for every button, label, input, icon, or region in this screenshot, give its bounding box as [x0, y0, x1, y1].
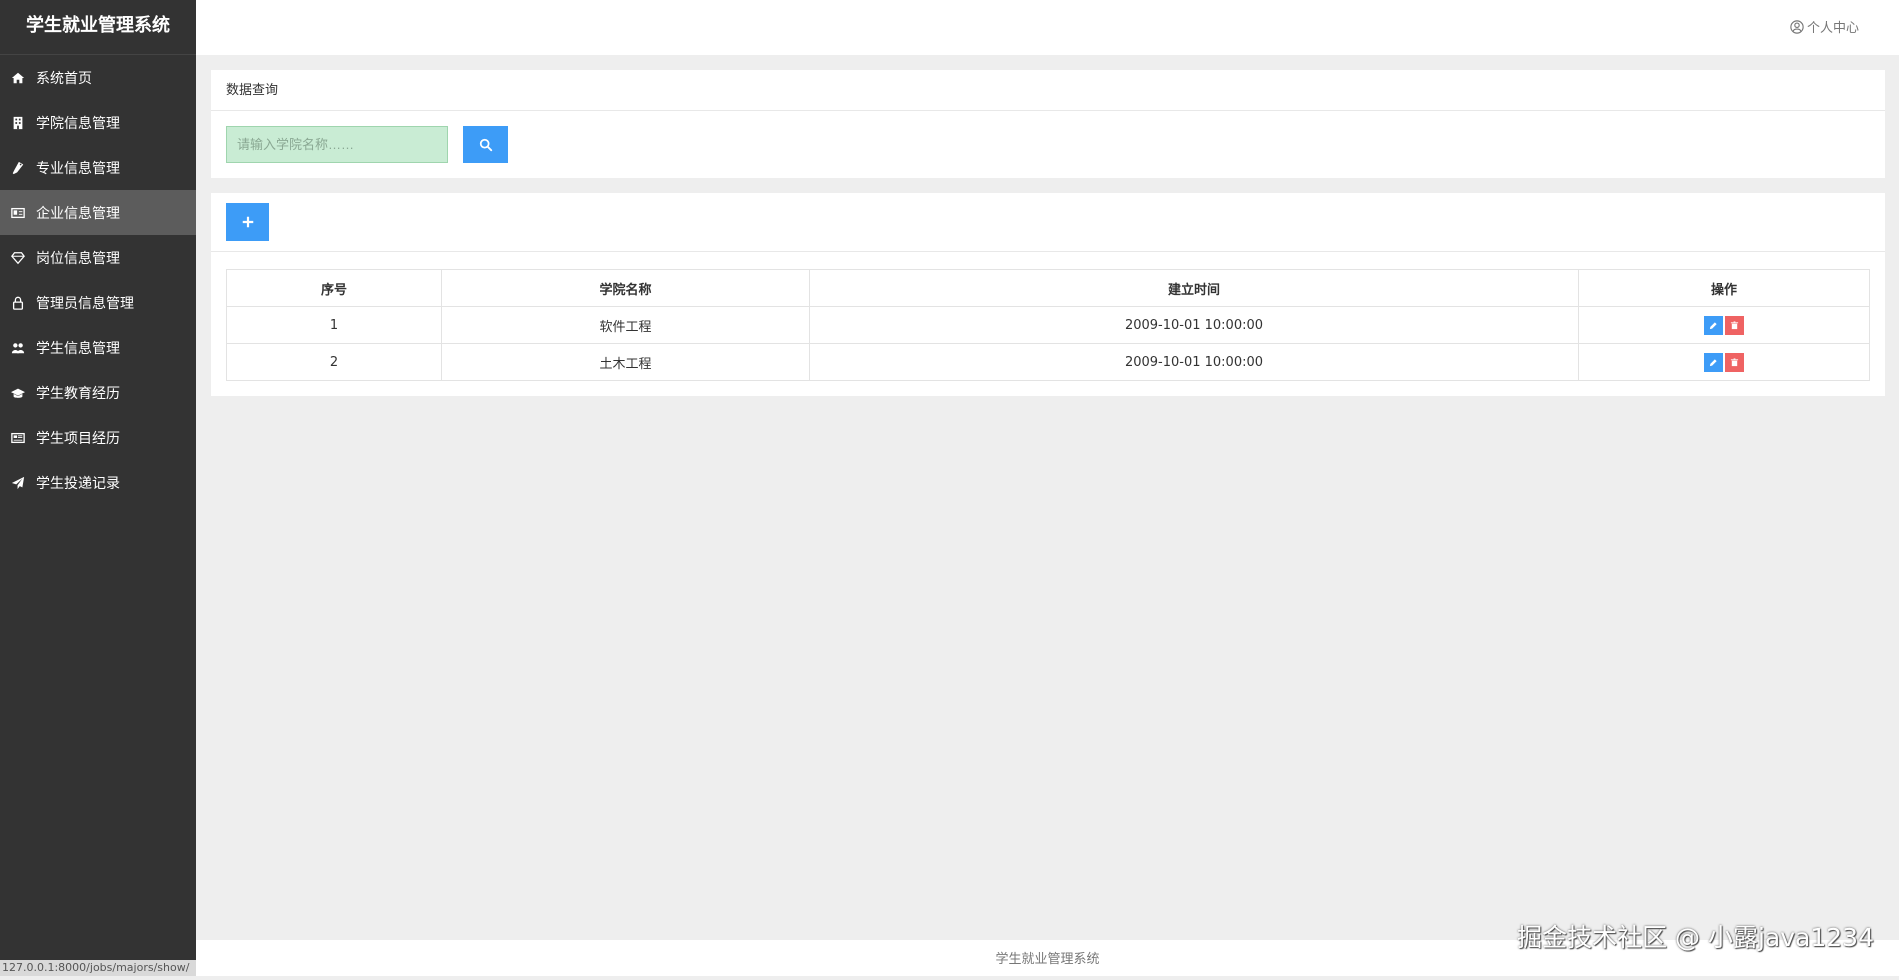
table-row: 2 土木工程 2009-10-01 10:00:00 — [226, 343, 1870, 381]
user-circle-icon — [1790, 19, 1804, 34]
cell-name: 软件工程 — [441, 306, 810, 344]
trash-icon — [1730, 357, 1739, 366]
table-panel: 序号 学院名称 建立时间 操作 1 软件工程 2009-10-01 10:00:… — [211, 193, 1885, 396]
plus-icon — [242, 216, 253, 228]
trash-icon — [1730, 320, 1739, 329]
watermark: 掘金技术社区 @ 小露java1234 — [1517, 923, 1874, 952]
edit-button[interactable] — [1704, 315, 1723, 335]
users-icon — [10, 340, 26, 356]
table-header-row: 序号 学院名称 建立时间 操作 — [226, 269, 1870, 307]
search-icon — [479, 138, 492, 151]
sidebar-item-label: 学生投递记录 — [36, 475, 120, 492]
column-header-name: 学院名称 — [441, 269, 810, 307]
cell-created: 2009-10-01 10:00:00 — [809, 343, 1579, 381]
sidebar-item-education[interactable]: 学生教育经历 — [0, 370, 196, 415]
sidebar-item-student[interactable]: 学生信息管理 — [0, 325, 196, 370]
column-header-index: 序号 — [226, 269, 442, 307]
cell-actions — [1578, 343, 1870, 381]
diamond-icon — [10, 250, 26, 266]
search-input[interactable] — [226, 126, 448, 163]
newspaper-icon — [10, 430, 26, 446]
cell-actions — [1578, 306, 1870, 344]
sidebar-item-company[interactable]: 企业信息管理 — [0, 190, 196, 235]
sidebar-item-label: 学生项目经历 — [36, 430, 120, 447]
add-button[interactable] — [226, 203, 269, 241]
sidebar-item-home[interactable]: 系统首页 — [0, 55, 196, 100]
college-table: 序号 学院名称 建立时间 操作 1 软件工程 2009-10-01 10:00:… — [226, 269, 1870, 381]
building-icon — [10, 115, 26, 131]
flask-icon — [10, 160, 26, 176]
delete-button[interactable] — [1725, 315, 1744, 335]
sidebar-item-delivery[interactable]: 学生投递记录 — [0, 460, 196, 505]
search-button[interactable] — [463, 126, 508, 163]
query-panel-title: 数据查询 — [211, 70, 1885, 111]
sidebar-item-project[interactable]: 学生项目经历 — [0, 415, 196, 460]
status-bar-url: 127.0.0.1:8000/jobs/majors/show/ — [0, 960, 196, 976]
table-row: 1 软件工程 2009-10-01 10:00:00 — [226, 306, 1870, 344]
cell-created: 2009-10-01 10:00:00 — [809, 306, 1579, 344]
app-title: 学生就业管理系统 — [0, 0, 196, 55]
sidebar-item-label: 学院信息管理 — [36, 115, 120, 132]
sidebar-item-label: 管理员信息管理 — [36, 295, 134, 312]
column-header-actions: 操作 — [1578, 269, 1870, 307]
user-center-label: 个人中心 — [1806, 21, 1859, 36]
lock-icon — [10, 295, 26, 311]
sidebar-item-label: 学生信息管理 — [36, 340, 120, 357]
sidebar-item-position[interactable]: 岗位信息管理 — [0, 235, 196, 280]
paper-plane-icon — [10, 475, 26, 491]
sidebar-item-college[interactable]: 学院信息管理 — [0, 100, 196, 145]
edit-button[interactable] — [1704, 352, 1723, 372]
sidebar-item-label: 企业信息管理 — [36, 205, 120, 222]
cell-name: 土木工程 — [441, 343, 810, 381]
sidebar-item-label: 岗位信息管理 — [36, 250, 120, 267]
sidebar-item-label: 系统首页 — [36, 70, 92, 87]
sidebar-item-label: 学生教育经历 — [36, 385, 120, 402]
edit-icon — [1709, 321, 1717, 329]
sidebar-item-label: 专业信息管理 — [36, 160, 120, 177]
cell-index: 2 — [226, 343, 442, 381]
column-header-created: 建立时间 — [809, 269, 1579, 307]
top-bar: 个人中心 — [196, 0, 1899, 55]
cell-index: 1 — [226, 306, 442, 344]
id-card-icon — [10, 205, 26, 221]
divider — [211, 251, 1885, 252]
home-icon — [10, 70, 26, 86]
delete-button[interactable] — [1725, 352, 1744, 372]
sidebar-item-admin[interactable]: 管理员信息管理 — [0, 280, 196, 325]
query-panel: 数据查询 — [211, 70, 1885, 178]
user-center-link[interactable]: 个人中心 — [1790, 17, 1859, 36]
graduation-cap-icon — [10, 385, 26, 401]
sidebar-item-major[interactable]: 专业信息管理 — [0, 145, 196, 190]
sidebar: 学生就业管理系统 系统首页 学院信息管理 专业信息管理 企业信息管理 岗位信息管… — [0, 0, 196, 976]
edit-icon — [1709, 358, 1717, 366]
